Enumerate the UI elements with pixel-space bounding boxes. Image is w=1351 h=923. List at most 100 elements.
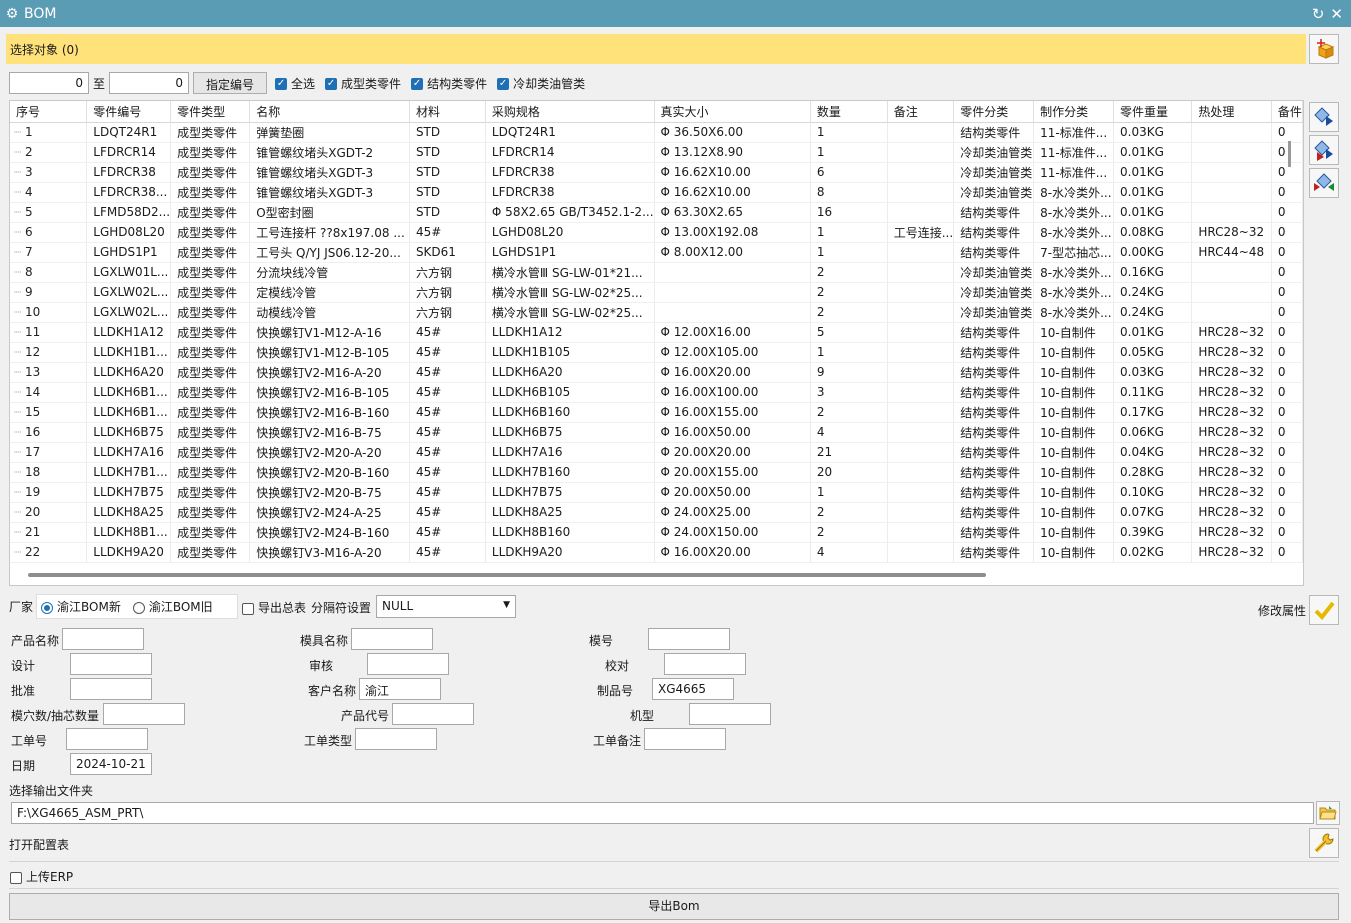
column-header[interactable]: 零件重量 bbox=[1113, 101, 1193, 123]
bom-table[interactable]: 序号 零件编号 零件类型 名称 材料 采购规格 真实大小 数量 备注 零件分类 制作分类 零件重量 热处… bbox=[9, 100, 1304, 586]
table-row[interactable]: ┈ 13 LLDKH6A20 成型类零件 快换螺钉V2-M16-A-20 45# LLDK… bbox=[10, 362, 1303, 383]
modify-attributes-button[interactable] bbox=[1309, 595, 1339, 625]
column-header[interactable]: 零件编号 bbox=[86, 101, 172, 123]
row-number: 3 bbox=[25, 165, 33, 179]
table-cell: 成型类零件 bbox=[170, 202, 251, 223]
column-header[interactable]: 备注 bbox=[887, 101, 955, 123]
date-input[interactable]: 2024-10-21 bbox=[70, 753, 152, 775]
table-cell bbox=[887, 542, 955, 563]
separator-select[interactable]: NULL ▼ bbox=[376, 595, 516, 618]
filter-cooling-parts[interactable]: ✓ 冷却类油管类 bbox=[497, 75, 585, 92]
column-header[interactable]: 数量 bbox=[810, 101, 888, 123]
export-bom-button[interactable]: 导出Bom bbox=[9, 893, 1339, 920]
move-down-button[interactable] bbox=[1309, 135, 1339, 165]
proofread-input[interactable] bbox=[664, 653, 746, 675]
customer-input[interactable]: 渝江 bbox=[359, 678, 441, 700]
cavity-input[interactable] bbox=[103, 703, 185, 725]
table-row[interactable]: ┈ 9 LGXLW02L... 成型类零件 定模线冷管 六方钢 横冷水管Ⅲ SG-LW-0… bbox=[10, 282, 1303, 303]
range-from-input[interactable]: 0 bbox=[9, 72, 89, 94]
mold-no-input[interactable] bbox=[648, 628, 730, 650]
column-header[interactable]: 采购规格 bbox=[485, 101, 655, 123]
work-order-input[interactable] bbox=[66, 728, 148, 750]
work-note-input[interactable] bbox=[644, 728, 726, 750]
table-row[interactable]: ┈ 21 LLDKH8B1... 成型类零件 快换螺钉V2-M24-B-160 45# L… bbox=[10, 522, 1303, 543]
open-config-button[interactable] bbox=[1309, 828, 1339, 858]
table-cell: 1 bbox=[810, 222, 888, 243]
output-path-input[interactable]: F:\XG4665_ASM_PRT\ bbox=[11, 802, 1314, 824]
table-row[interactable]: ┈ 3 LFDRCR38 成型类零件 锥管螺纹堵头XGDT-3 STD LFDRCR38 Φ… bbox=[10, 162, 1303, 183]
table-cell: 成型类零件 bbox=[170, 542, 251, 563]
column-header[interactable]: 真实大小 bbox=[654, 101, 811, 123]
product-name-input[interactable] bbox=[62, 628, 144, 650]
gear-icon[interactable]: ⚙ bbox=[0, 6, 24, 22]
product-no-input[interactable]: XG4665 bbox=[652, 678, 734, 700]
table-row[interactable]: ┈ 20 LLDKH8A25 成型类零件 快换螺钉V2-M24-A-25 45# LLDK… bbox=[10, 502, 1303, 523]
column-header[interactable]: 材料 bbox=[409, 101, 486, 123]
table-row[interactable]: ┈ 6 LGHD08L20 成型类零件 工号连接杆 ??8x197.08 ... 45#… bbox=[10, 222, 1303, 243]
filter-structure-parts[interactable]: ✓ 结构类零件 bbox=[411, 75, 487, 92]
column-header[interactable]: 备件 bbox=[1271, 101, 1303, 123]
assign-number-button[interactable]: 指定编号 bbox=[193, 72, 268, 94]
table-row[interactable]: ┈ 10 LGXLW02L... 成型类零件 动模线冷管 六方钢 横冷水管Ⅲ SG-LW-… bbox=[10, 302, 1303, 323]
export-total-checkbox[interactable]: 导出总表 bbox=[242, 599, 306, 616]
swap-button[interactable] bbox=[1309, 168, 1339, 198]
select-object-bar[interactable]: 选择对象 (0) bbox=[6, 34, 1306, 64]
approve-input[interactable] bbox=[70, 678, 152, 700]
table-row[interactable]: ┈ 16 LLDKH6B75 成型类零件 快换螺钉V2-M16-B-75 45# LLDK… bbox=[10, 422, 1303, 443]
table-cell: ┈ 17 bbox=[10, 442, 88, 463]
table-row[interactable]: ┈ 1 LDQT24R1 成型类零件 弹簧垫圈 STD LDQT24R1 Φ 36.50X6… bbox=[10, 122, 1303, 143]
column-header[interactable]: 零件分类 bbox=[953, 101, 1035, 123]
table-row[interactable]: ┈ 11 LLDKH1A12 成型类零件 快换螺钉V1-M12-A-16 45# LLDK… bbox=[10, 322, 1303, 343]
range-to-input[interactable]: 0 bbox=[109, 72, 190, 94]
upload-erp-checkbox[interactable]: 上传ERP bbox=[10, 868, 73, 885]
filter-select-all[interactable]: ✓ 全选 bbox=[275, 75, 315, 92]
table-cell: 成型类零件 bbox=[170, 322, 251, 343]
table-row[interactable]: ┈ 17 LLDKH7A16 成型类零件 快换螺钉V2-M20-A-20 45# LLDK… bbox=[10, 442, 1303, 463]
table-row[interactable]: ┈ 22 LLDKH9A20 成型类零件 快换螺钉V3-M16-A-20 45# LLDK… bbox=[10, 542, 1303, 563]
table-row[interactable]: ┈ 7 LGHDS1P1 成型类零件 工号头 Q/YJ JS06.12-20... SK… bbox=[10, 242, 1303, 263]
checkbox-icon: ✓ bbox=[325, 78, 338, 90]
table-cell: HRC28~32 bbox=[1191, 442, 1272, 463]
table-cell: 0 bbox=[1271, 342, 1303, 363]
table-row[interactable]: ┈ 2 LFDRCR14 成型类零件 锥管螺纹堵头XGDT-2 STD LFDRCR14 Φ… bbox=[10, 142, 1303, 163]
row-number: 6 bbox=[25, 225, 33, 239]
table-cell: 锥管螺纹堵头XGDT-3 bbox=[249, 162, 410, 183]
table-cell: 8-水冷类外... bbox=[1033, 202, 1114, 223]
browse-folder-button[interactable] bbox=[1316, 801, 1340, 825]
mold-name-input[interactable] bbox=[351, 628, 433, 650]
table-row[interactable]: ┈ 19 LLDKH7B75 成型类零件 快换螺钉V2-M20-B-75 45# LLDK… bbox=[10, 482, 1303, 503]
table-cell: 0 bbox=[1271, 202, 1303, 223]
column-header[interactable]: 零件类型 bbox=[170, 101, 251, 123]
table-row[interactable]: ┈ 14 LLDKH6B1... 成型类零件 快换螺钉V2-M16-B-105 45# L… bbox=[10, 382, 1303, 403]
move-up-button[interactable] bbox=[1309, 102, 1339, 132]
table-row[interactable]: ┈ 8 LGXLW01L... 成型类零件 分流块线冷管 六方钢 横冷水管Ⅲ SG-LW-… bbox=[10, 262, 1303, 283]
table-row[interactable]: ┈ 5 LFMD58D2... 成型类零件 O型密封圈 STD Φ 58X2.65 GB/… bbox=[10, 202, 1303, 223]
product-code-input[interactable] bbox=[392, 703, 474, 725]
refresh-icon[interactable]: ↻ bbox=[1312, 5, 1325, 23]
machine-input[interactable] bbox=[689, 703, 771, 725]
table-cell: LGHDS1P1 bbox=[485, 242, 655, 263]
column-header[interactable]: 序号 bbox=[10, 101, 88, 123]
select-box-button[interactable] bbox=[1309, 34, 1339, 64]
table-row[interactable]: ┈ 18 LLDKH7B1... 成型类零件 快换螺钉V2-M20-B-160 45# L… bbox=[10, 462, 1303, 483]
review-input[interactable] bbox=[367, 653, 449, 675]
horizontal-scrollbar[interactable] bbox=[28, 573, 986, 577]
table-row[interactable]: ┈ 12 LLDKH1B1... 成型类零件 快换螺钉V1-M12-B-105 45# L… bbox=[10, 342, 1303, 363]
table-cell: 2 bbox=[810, 502, 888, 523]
table-cell: Φ 16.62X10.00 bbox=[654, 182, 811, 203]
filter-molding-parts[interactable]: ✓ 成型类零件 bbox=[325, 75, 401, 92]
vendor-option-old[interactable]: 渝江BOM旧 bbox=[132, 598, 213, 615]
table-row[interactable]: ┈ 4 LFDRCR38... 成型类零件 锥管螺纹堵头XGDT-3 STD LFDRCR… bbox=[10, 182, 1303, 203]
table-cell: 定模线冷管 bbox=[249, 282, 410, 303]
vendor-option-new[interactable]: 渝江BOM新 bbox=[41, 598, 121, 615]
table-row[interactable]: ┈ 15 LLDKH6B1... 成型类零件 快换螺钉V2-M16-B-160 45# L… bbox=[10, 402, 1303, 423]
vertical-scrollbar[interactable] bbox=[1288, 141, 1291, 167]
checkbox-icon bbox=[10, 871, 22, 884]
close-icon[interactable]: ✕ bbox=[1330, 5, 1343, 23]
column-header[interactable]: 名称 bbox=[249, 101, 410, 123]
table-cell: STD bbox=[409, 182, 486, 203]
column-header[interactable]: 热处理 bbox=[1191, 101, 1272, 123]
design-input[interactable] bbox=[70, 653, 152, 675]
work-type-input[interactable] bbox=[355, 728, 437, 750]
column-header[interactable]: 制作分类 bbox=[1033, 101, 1114, 123]
